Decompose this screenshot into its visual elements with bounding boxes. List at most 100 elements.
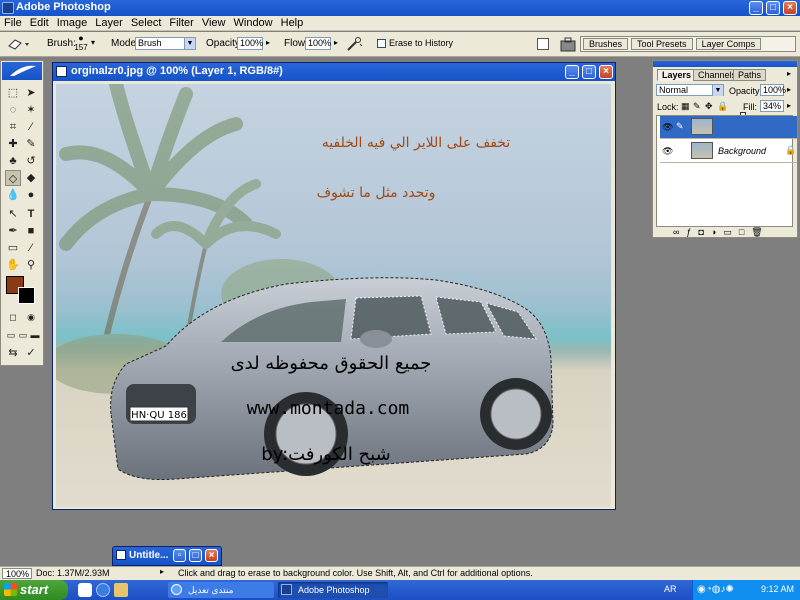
layer-opacity-arrow-icon[interactable]: ▸ [787,85,791,94]
fill-arrow-icon[interactable]: ▸ [787,101,791,110]
restore-button[interactable]: ▫ [173,549,186,562]
menu-filter[interactable]: Filter [165,16,197,29]
menu-file[interactable]: File [0,16,26,29]
standard-mode-icon[interactable]: ◻ [5,309,21,325]
quick-mask-icon[interactable]: ◉ [23,309,39,325]
erase-to-history-checkbox[interactable] [377,39,386,48]
flow-slider-arrow-icon[interactable]: ▸ [334,38,338,47]
blur-tool-icon[interactable]: 💧 [5,187,21,203]
hand-tool-icon[interactable]: ✋ [5,257,21,273]
crop-tool-icon[interactable]: ⌗ [5,119,21,135]
history-brush-tool-icon[interactable]: ↺ [23,153,39,169]
layer-style-icon[interactable]: ƒ [686,227,698,237]
layer-row-background[interactable]: 👁 Background 🔒 [660,140,797,163]
zoom-field[interactable]: 100% [2,568,32,579]
maximize-button[interactable]: □ [189,549,202,562]
magic-wand-tool-icon[interactable]: ✶ [23,102,39,118]
lock-transparency-icon[interactable]: ▦ [681,101,690,112]
brush-dropdown-icon[interactable]: ▾ [91,38,95,47]
tab-paths[interactable]: Paths [733,69,767,81]
tool-preset-picker[interactable] [6,37,32,51]
layer-row-layer-1[interactable]: 👁 ✎ [660,116,797,139]
background-color-swatch[interactable] [18,287,35,304]
link-icon[interactable]: ∞ [673,227,686,237]
close-button[interactable]: × [205,549,218,562]
blend-mode-select[interactable]: Normal ▼ [656,84,724,96]
show-desktop-icon[interactable] [114,583,128,597]
menu-layer[interactable]: Layer [91,16,127,29]
language-indicator[interactable]: AR [664,584,677,594]
canvas[interactable]: HN·QU 186 تخفف على اللاير الي فيه الخلفي… [56,84,611,507]
tab-layers[interactable]: Layers [657,69,697,81]
lasso-tool-icon[interactable]: ◌ [5,102,21,118]
pen-tool-icon[interactable]: ✒ [5,223,21,239]
marquee-tool-icon[interactable]: ⬚ [5,85,21,101]
menu-image[interactable]: Image [53,16,92,29]
file-browser-icon[interactable] [537,38,549,50]
brush-tool-icon[interactable]: ✎ [23,136,39,152]
menu-help[interactable]: Help [277,16,308,29]
adjustment-layer-icon[interactable]: ◑ [711,227,723,237]
visibility-eye-icon[interactable]: 👁 [662,122,673,133]
fill-input[interactable]: 34% [760,100,784,112]
doc-close-button[interactable]: × [599,65,613,79]
shape-tool-icon[interactable]: ■ [23,223,39,239]
lock-pixels-icon[interactable]: ✎ [693,101,701,112]
clock[interactable]: 9:12 AM [761,584,794,594]
jump-to-imageready-icon[interactable]: ⇆ [5,345,21,361]
taskbar-item-photoshop[interactable]: Adobe Photoshop [278,582,388,598]
tray-icons[interactable]: ◉◔◍♪✺ [697,584,734,595]
doc-maximize-button[interactable]: □ [582,65,596,79]
lock-all-icon[interactable]: 🔒 [717,101,728,112]
eyedropper-tool-icon[interactable]: ⁄ [23,240,39,256]
screen-mode-full-icon[interactable]: ▬ [27,327,43,343]
layers-palette-titlebar[interactable] [653,61,797,67]
new-group-icon[interactable]: ▭ [723,227,739,237]
palette-tab-tool-presets[interactable]: Tool Presets [631,38,693,50]
type-tool-icon[interactable]: T [23,206,39,222]
trash-icon[interactable]: 🗑 [751,227,769,237]
mode-select[interactable]: Brush ▼ [135,37,196,50]
layer-opacity-input[interactable]: 100% [760,84,786,96]
menu-select[interactable]: Select [127,16,166,29]
imageready-icon[interactable]: ✓ [23,345,39,361]
close-button[interactable]: × [783,1,797,15]
healing-brush-tool-icon[interactable]: ✚ [5,136,21,152]
taskbar-item-browser[interactable]: منتدى تعديل السيارات... [168,582,274,598]
internet-explorer-icon[interactable] [96,583,110,597]
mask-icon[interactable]: ◘ [698,227,710,237]
move-tool-icon[interactable]: ➤ [23,85,39,101]
airbrush-button[interactable] [346,36,364,52]
path-selection-tool-icon[interactable]: ↖ [5,206,21,222]
minimized-document[interactable]: Untitle... ▫ □ × [112,546,222,566]
status-menu-arrow-icon[interactable]: ▸ [160,567,164,576]
menu-window[interactable]: Window [230,16,277,29]
zoom-tool-icon[interactable]: ⚲ [23,257,39,273]
slice-tool-icon[interactable]: ⁄ [23,119,39,135]
palette-well-toggle[interactable] [560,35,576,53]
brush-picker[interactable]: ● 157 [74,34,88,54]
dodge-tool-icon[interactable]: ● [23,187,39,203]
lock-position-icon[interactable]: ✥ [705,101,713,112]
flow-input[interactable]: 100% [305,37,331,50]
doc-minimize-button[interactable]: _ [565,65,579,79]
document-titlebar[interactable]: orginalzr0.jpg @ 100% (Layer 1, RGB/8#) … [53,63,615,81]
palette-menu-arrow-icon[interactable]: ▸ [787,69,791,78]
opacity-slider-arrow-icon[interactable]: ▸ [266,38,270,47]
menu-view[interactable]: View [198,16,230,29]
notes-tool-icon[interactable]: ▭ [5,240,21,256]
palette-tab-layer-comps[interactable]: Layer Comps [695,38,762,50]
visibility-eye-icon[interactable]: 👁 [662,146,673,157]
quicklaunch-icon[interactable] [78,583,92,597]
paint-bucket-tool-icon[interactable]: ◆ [23,170,39,186]
maximize-button[interactable]: □ [766,1,780,15]
clone-stamp-tool-icon[interactable]: ♣ [5,153,21,169]
palette-tab-brushes[interactable]: Brushes [583,38,629,50]
eraser-tool-icon[interactable]: ◇ [5,170,21,186]
menu-edit[interactable]: Edit [26,16,53,29]
new-layer-icon[interactable]: □ [739,227,751,237]
document-scrollbar[interactable] [612,84,614,507]
opacity-input[interactable]: 100% [237,37,263,50]
start-button[interactable]: start [0,580,68,600]
minimize-button[interactable]: _ [749,1,763,15]
